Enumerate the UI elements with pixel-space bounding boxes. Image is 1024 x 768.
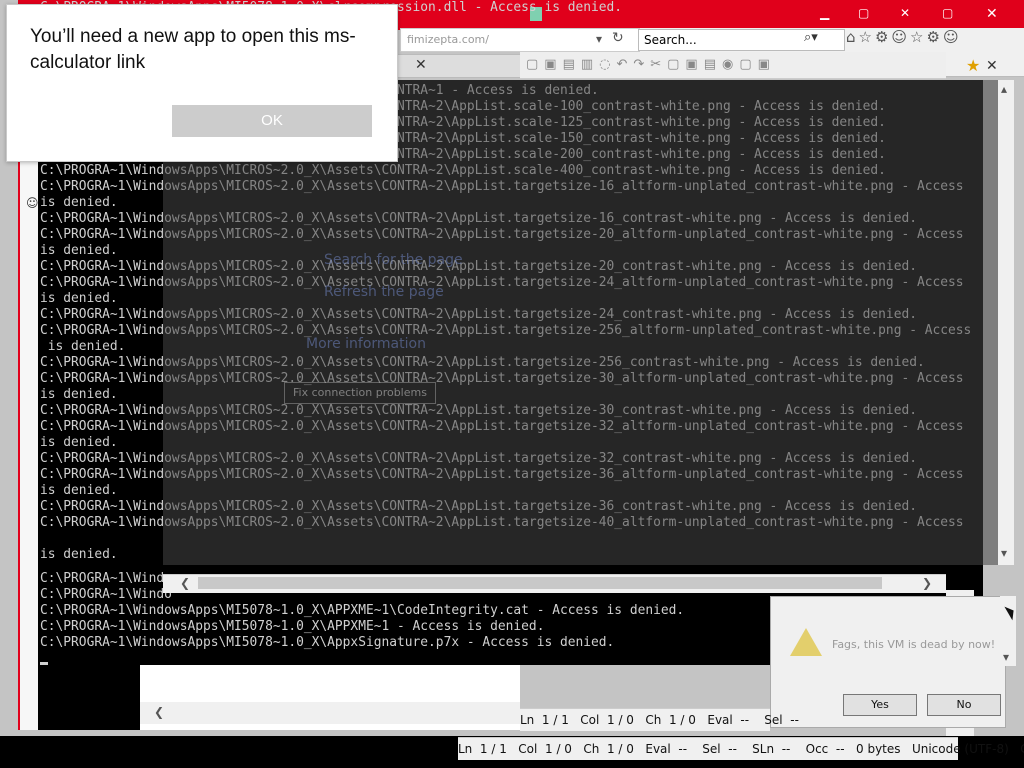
scroll-up-icon[interactable]: ▴ xyxy=(1001,82,1007,96)
maximize-icon[interactable]: ▢ xyxy=(942,6,953,20)
status-bar-main: Ln 1 / 1 Col 1 / 0 Ch 1 / 0 Eval -- Sel … xyxy=(458,737,1024,760)
scrollbar-thumb[interactable] xyxy=(198,577,882,589)
console-line: is denied. xyxy=(40,387,118,402)
console-line: C:\PROGRA~1\WindowsApps\MI5078~1.0_X\App… xyxy=(40,635,615,650)
scroll-right-icon[interactable]: ❯ xyxy=(922,576,932,590)
message-text: Fags, this VM is dead by now! xyxy=(832,638,996,651)
scroll-down-icon[interactable]: ▾ xyxy=(1003,650,1009,664)
console-line: C:\PROGRA~1\Windo xyxy=(40,587,172,602)
close-tab-icon[interactable]: ✕ xyxy=(415,57,427,73)
restore-icon[interactable]: ▢ xyxy=(858,6,869,20)
console-line: is denied. xyxy=(40,243,118,258)
horizontal-scrollbar[interactable]: ❮ xyxy=(140,702,520,724)
address-bar[interactable]: fimizepta.com/ xyxy=(400,28,640,52)
console-line: is denied. xyxy=(40,547,118,562)
scroll-left-icon[interactable]: ❮ xyxy=(154,705,164,719)
search-label: Search... xyxy=(644,33,697,47)
scroll-left-icon[interactable]: ❮ xyxy=(180,576,190,590)
browser-tab[interactable]: ✕ xyxy=(396,54,522,78)
yes-button[interactable]: Yes xyxy=(843,694,917,716)
close-icon[interactable]: ✕ xyxy=(900,6,910,20)
console-line: C:\PROGRA~1\WindowsApps\MI5078~1.0_X\APP… xyxy=(40,619,545,634)
address-text: fimizepta.com/ xyxy=(407,33,489,46)
minimize-icon[interactable]: ▁ xyxy=(820,6,829,20)
console-cursor xyxy=(40,662,48,665)
notepad-toolbar[interactable]: ▢▣▤▥◌↶↷✂▢▣▤◉▢▣ xyxy=(520,52,946,79)
vertical-scrollbar[interactable]: ▴ ▾ xyxy=(998,80,1014,565)
smiley-icon: ☺ xyxy=(26,196,39,210)
ghost-bullet-search: Search for the page xyxy=(324,252,463,268)
close-icon[interactable]: ✕ xyxy=(986,6,998,22)
no-button[interactable]: No xyxy=(927,694,1001,716)
browser-icons[interactable]: ⌂☆⚙☺☆⚙☺ xyxy=(846,28,1024,50)
ghost-fix-button: Fix connection problems xyxy=(284,382,436,404)
console-line: is denied. xyxy=(40,339,126,354)
console-line: C:\PROGRA~1\Windo xyxy=(40,571,172,586)
dialog-message: You’ll need a new app to open this ms-ca… xyxy=(30,26,356,73)
ok-button[interactable]: OK xyxy=(172,105,372,137)
console-line: C:\PROGRA~1\WindowsApps\MI5078~1.0_X\APP… xyxy=(40,603,685,618)
ghost-bullet-refresh: Refresh the page xyxy=(324,284,444,300)
dropdown-icon[interactable]: ▾ xyxy=(596,32,602,46)
ghost-more-info: More information xyxy=(306,336,426,352)
warning-icon xyxy=(790,628,822,656)
scroll-down-icon[interactable]: ▾ xyxy=(1001,546,1007,560)
console-line: is denied. xyxy=(40,195,118,210)
console-line: is denied. xyxy=(40,483,118,498)
console-line: is denied. xyxy=(40,291,118,306)
close-icon[interactable]: ✕ xyxy=(986,58,998,74)
console-line: is denied. xyxy=(40,435,118,450)
search-icon[interactable]: ⌕▾ xyxy=(804,30,818,45)
status-bar: Ln 1 / 1 Col 1 / 0 Ch 1 / 0 Eval -- Sel … xyxy=(520,708,799,731)
refresh-icon[interactable]: ↻ xyxy=(612,30,624,46)
star-icon[interactable]: ★ xyxy=(966,56,980,75)
